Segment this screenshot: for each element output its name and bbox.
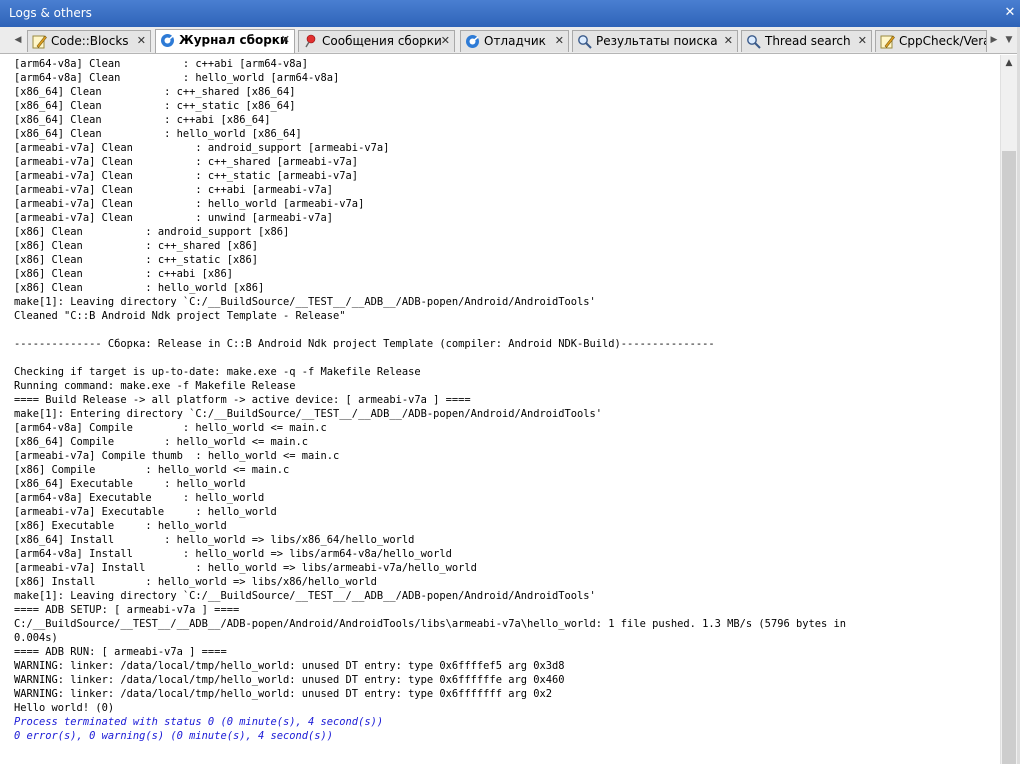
log-line: [x86_64] Clean : c++abi [x86_64] xyxy=(14,114,271,126)
panel-title: Logs & others xyxy=(9,6,92,20)
log-line: [x86] Executable : hello_world xyxy=(14,520,227,532)
left-margin xyxy=(0,55,10,764)
status-line: 0 error(s), 0 warning(s) (0 minute(s), 4… xyxy=(14,730,334,742)
gear-debug-icon xyxy=(466,35,479,48)
log-line: ==== Build Release -> all platform -> ac… xyxy=(14,394,471,406)
build-log-output[interactable]: [arm64-v8a] Clean : c++abi [arm64-v8a] [a… xyxy=(10,55,1000,764)
log-line: Hello world! (0) xyxy=(14,702,115,714)
tab-label: Thread search xyxy=(765,34,851,48)
log-line: [armeabi-v7a] Clean : android_support [a… xyxy=(14,142,390,154)
tab-build-log[interactable]: Журнал сборки ✕ xyxy=(155,29,295,53)
log-line: Checking if target is up-to-date: make.e… xyxy=(14,366,421,378)
tab-search-results[interactable]: Результаты поиска ✕ xyxy=(572,30,738,52)
log-line: make[1]: Leaving directory `C:/__BuildSo… xyxy=(14,590,596,602)
close-icon[interactable]: ✕ xyxy=(1004,6,1016,19)
tab-strip: ◀ Code::Blocks ✕ Журнал сборки ✕ Сообщен… xyxy=(0,27,1020,54)
log-line: [armeabi-v7a] Install : hello_world => l… xyxy=(14,562,477,574)
log-line: [x86] Clean : c++_static [x86] xyxy=(14,254,258,266)
log-line: [arm64-v8a] Install : hello_world => lib… xyxy=(14,548,452,560)
log-line: [x86_64] Clean : hello_world [x86_64] xyxy=(14,128,302,140)
tab-codeblocks[interactable]: Code::Blocks ✕ xyxy=(27,30,151,52)
log-line: [x86] Compile : hello_world <= main.c xyxy=(14,464,290,476)
close-icon[interactable]: ✕ xyxy=(441,31,450,51)
log-line: [armeabi-v7a] Compile thumb : hello_worl… xyxy=(14,450,340,462)
scroll-up-icon[interactable]: ▲ xyxy=(1001,55,1017,72)
log-line: WARNING: linker: /data/local/tmp/hello_w… xyxy=(14,688,552,700)
log-line: [armeabi-v7a] Executable : hello_world xyxy=(14,506,277,518)
log-line: [armeabi-v7a] Clean : unwind [armeabi-v7… xyxy=(14,212,334,224)
log-line: [x86_64] Clean : c++_shared [x86_64] xyxy=(14,86,296,98)
scrollbar-thumb[interactable] xyxy=(1002,151,1016,764)
log-line: [armeabi-v7a] Clean : c++abi [armeabi-v7… xyxy=(14,184,334,196)
magnifier-icon xyxy=(578,35,592,49)
tab-label: Сообщения сборки xyxy=(322,34,442,48)
pin-icon xyxy=(305,34,316,48)
tab-label: Code::Blocks xyxy=(51,34,129,48)
log-line: C:/__BuildSource/__TEST__/__ADB__/ADB-po… xyxy=(14,618,847,630)
close-icon[interactable]: ✕ xyxy=(858,31,867,51)
log-line: [x86] Clean : android_support [x86] xyxy=(14,226,290,238)
log-line: -------------- Сборка: Release in C::B A… xyxy=(14,338,715,350)
log-line: [x86_64] Compile : hello_world <= main.c xyxy=(14,436,309,448)
tab-thread-search[interactable]: Thread search ✕ xyxy=(741,30,872,52)
log-line: [x86] Clean : c++_shared [x86] xyxy=(14,240,258,252)
pencil-note-icon xyxy=(880,35,895,49)
log-line: [x86] Clean : c++abi [x86] xyxy=(14,268,233,280)
tab-build-messages[interactable]: Сообщения сборки ✕ xyxy=(298,30,455,52)
pencil-note-icon xyxy=(32,35,47,49)
tab-cppcheck[interactable]: CppCheck/Vera++ xyxy=(875,30,987,52)
log-line: [x86] Clean : hello_world [x86] xyxy=(14,282,265,294)
close-icon[interactable]: ✕ xyxy=(555,31,564,51)
log-line: make[1]: Leaving directory `C:/__BuildSo… xyxy=(14,296,596,308)
tab-debugger[interactable]: Отладчик ✕ xyxy=(460,30,569,52)
log-line: [armeabi-v7a] Clean : c++_static [armeab… xyxy=(14,170,359,182)
log-line: [armeabi-v7a] Clean : c++_shared [armeab… xyxy=(14,156,359,168)
tab-scroll-right-icon[interactable]: ▶ xyxy=(989,34,999,46)
log-line: [x86] Install : hello_world => libs/x86/… xyxy=(14,576,377,588)
log-line: ==== ADB RUN: [ armeabi-v7a ] ==== xyxy=(14,646,227,658)
tab-label: Журнал сборки xyxy=(179,33,289,47)
log-line: [arm64-v8a] Clean : hello_world [arm64-v… xyxy=(14,72,340,84)
log-line: make[1]: Entering directory `C:/__BuildS… xyxy=(14,408,603,420)
magnifier-icon xyxy=(747,35,761,49)
tab-label: Отладчик xyxy=(484,34,546,48)
log-line: [x86_64] Clean : c++_static [x86_64] xyxy=(14,100,296,112)
log-line: Running command: make.exe -f Makefile Re… xyxy=(14,380,296,392)
tab-scroll-left-icon[interactable]: ◀ xyxy=(13,34,23,46)
panel-titlebar: Logs & others ✕ xyxy=(0,0,1020,27)
status-line: Process terminated with status 0 (0 minu… xyxy=(14,716,384,728)
log-line: [arm64-v8a] Compile : hello_world <= mai… xyxy=(14,422,327,434)
close-icon[interactable]: ✕ xyxy=(137,31,146,51)
log-line: [armeabi-v7a] Clean : hello_world [armea… xyxy=(14,198,365,210)
gear-build-icon xyxy=(161,34,174,47)
log-line: [arm64-v8a] Clean : c++abi [arm64-v8a] xyxy=(14,58,309,70)
close-icon[interactable]: ✕ xyxy=(281,30,290,50)
log-line: [x86_64] Executable : hello_world xyxy=(14,478,246,490)
close-icon[interactable]: ✕ xyxy=(724,31,733,51)
log-line: ==== ADB SETUP: [ armeabi-v7a ] ==== xyxy=(14,604,240,616)
log-line: [arm64-v8a] Executable : hello_world xyxy=(14,492,265,504)
log-line: 0.004s) xyxy=(14,632,58,644)
tab-label: Результаты поиска xyxy=(596,34,718,48)
log-line: WARNING: linker: /data/local/tmp/hello_w… xyxy=(14,660,565,672)
log-text: [arm64-v8a] Clean : c++abi [arm64-v8a] [a… xyxy=(10,55,1000,743)
log-line: WARNING: linker: /data/local/tmp/hello_w… xyxy=(14,674,565,686)
log-line: Cleaned "C::B Android Ndk project Templa… xyxy=(14,310,346,322)
tab-label: CppCheck/Vera++ xyxy=(899,34,986,48)
log-line: [x86_64] Install : hello_world => libs/x… xyxy=(14,534,415,546)
tab-list-dropdown-icon[interactable]: ▼ xyxy=(1004,34,1014,46)
vertical-scrollbar[interactable]: ▲ xyxy=(1000,55,1017,764)
